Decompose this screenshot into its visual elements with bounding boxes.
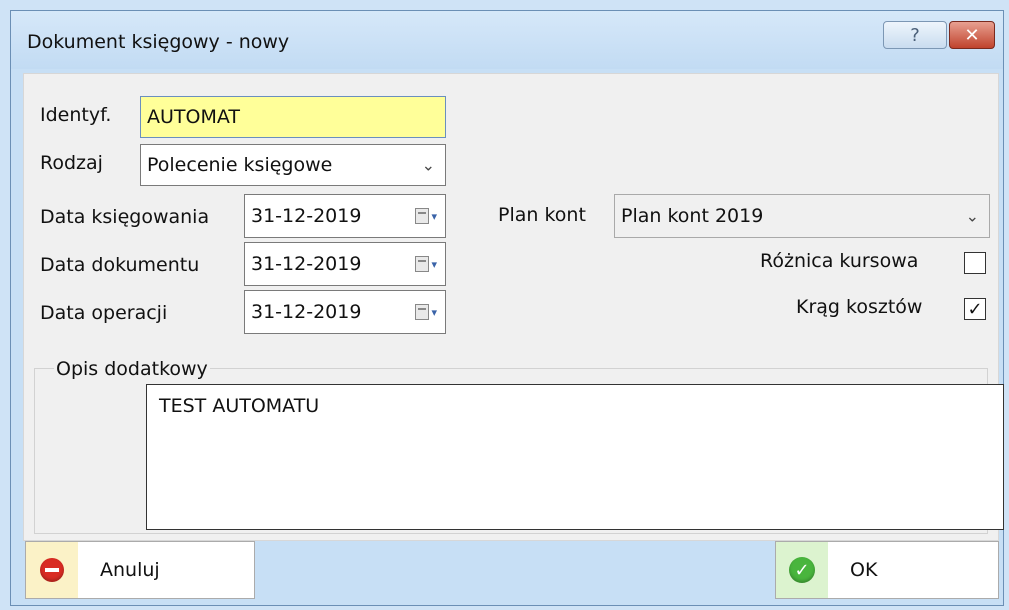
close-button[interactable]: ✕	[949, 21, 995, 49]
stop-icon	[40, 558, 64, 582]
dialog-window: Dokument księgowy - nowy ? ✕ Identyf. AU…	[10, 10, 1004, 606]
calendar-icon	[415, 208, 430, 224]
calendar-icon	[415, 256, 430, 272]
roznica-kursowa-label: Różnica kursowa	[760, 250, 919, 272]
roznica-kursowa-checkbox[interactable]	[964, 252, 986, 274]
identyf-label: Identyf.	[40, 104, 112, 126]
identyf-input[interactable]: AUTOMAT	[140, 96, 446, 138]
calendar-icon	[415, 304, 430, 320]
data-ksiegowania-label: Data księgowania	[40, 206, 210, 228]
data-dokumentu-value: 31-12-2019	[251, 253, 362, 275]
chevron-down-icon: ⌄	[421, 155, 435, 175]
window-title: Dokument księgowy - nowy	[27, 31, 290, 53]
rodzaj-value: Polecenie księgowe	[147, 154, 333, 176]
check-icon: ✓	[794, 559, 810, 581]
opis-value: TEST AUTOMATU	[159, 395, 320, 417]
date-picker-button[interactable]: ▾	[415, 256, 437, 272]
data-ksiegowania-input[interactable]: 31-12-2019 ▾	[244, 194, 446, 238]
close-icon: ✕	[964, 24, 980, 46]
caret-down-icon: ▾	[431, 305, 437, 319]
caret-down-icon: ▾	[431, 209, 437, 223]
data-dokumentu-input[interactable]: 31-12-2019 ▾	[244, 242, 446, 286]
plan-kont-value: Plan kont 2019	[621, 205, 764, 227]
opis-group-title: Opis dodatkowy	[54, 358, 210, 380]
ok-button-label: OK	[850, 559, 878, 581]
rodzaj-label: Rodzaj	[40, 152, 103, 174]
help-button[interactable]: ?	[883, 21, 947, 49]
data-operacji-label: Data operacji	[40, 302, 168, 324]
cancel-button-label: Anuluj	[100, 559, 160, 581]
cancel-button[interactable]: Anuluj	[25, 541, 255, 599]
checkmark-icon: ✓	[967, 298, 983, 320]
form-panel: Identyf. AUTOMAT Rodzaj Polecenie księgo…	[23, 73, 1004, 541]
check-circle-icon: ✓	[789, 557, 815, 583]
data-ksiegowania-value: 31-12-2019	[251, 205, 362, 227]
date-picker-button[interactable]: ▾	[415, 208, 437, 224]
krag-kosztow-checkbox[interactable]: ✓	[964, 298, 986, 320]
data-operacji-value: 31-12-2019	[251, 301, 362, 323]
plan-kont-select[interactable]: Plan kont 2019 ⌄	[614, 194, 990, 238]
krag-kosztow-label: Krąg kosztów	[796, 296, 923, 318]
date-picker-button[interactable]: ▾	[415, 304, 437, 320]
help-icon: ?	[910, 24, 920, 46]
chevron-down-icon: ⌄	[965, 206, 979, 226]
caret-down-icon: ▾	[431, 257, 437, 271]
plan-kont-label: Plan kont	[498, 204, 586, 226]
ok-icon-zone: ✓	[776, 542, 828, 598]
identyf-value: AUTOMAT	[147, 106, 240, 128]
rodzaj-select[interactable]: Polecenie księgowe ⌄	[140, 144, 446, 186]
ok-button[interactable]: ✓ OK	[775, 541, 999, 599]
cancel-icon-zone	[26, 542, 78, 598]
title-bar: Dokument księgowy - nowy ? ✕	[11, 11, 1003, 69]
opis-textarea[interactable]: TEST AUTOMATU	[146, 384, 1004, 530]
data-operacji-input[interactable]: 31-12-2019 ▾	[244, 290, 446, 334]
data-dokumentu-label: Data dokumentu	[40, 254, 200, 276]
